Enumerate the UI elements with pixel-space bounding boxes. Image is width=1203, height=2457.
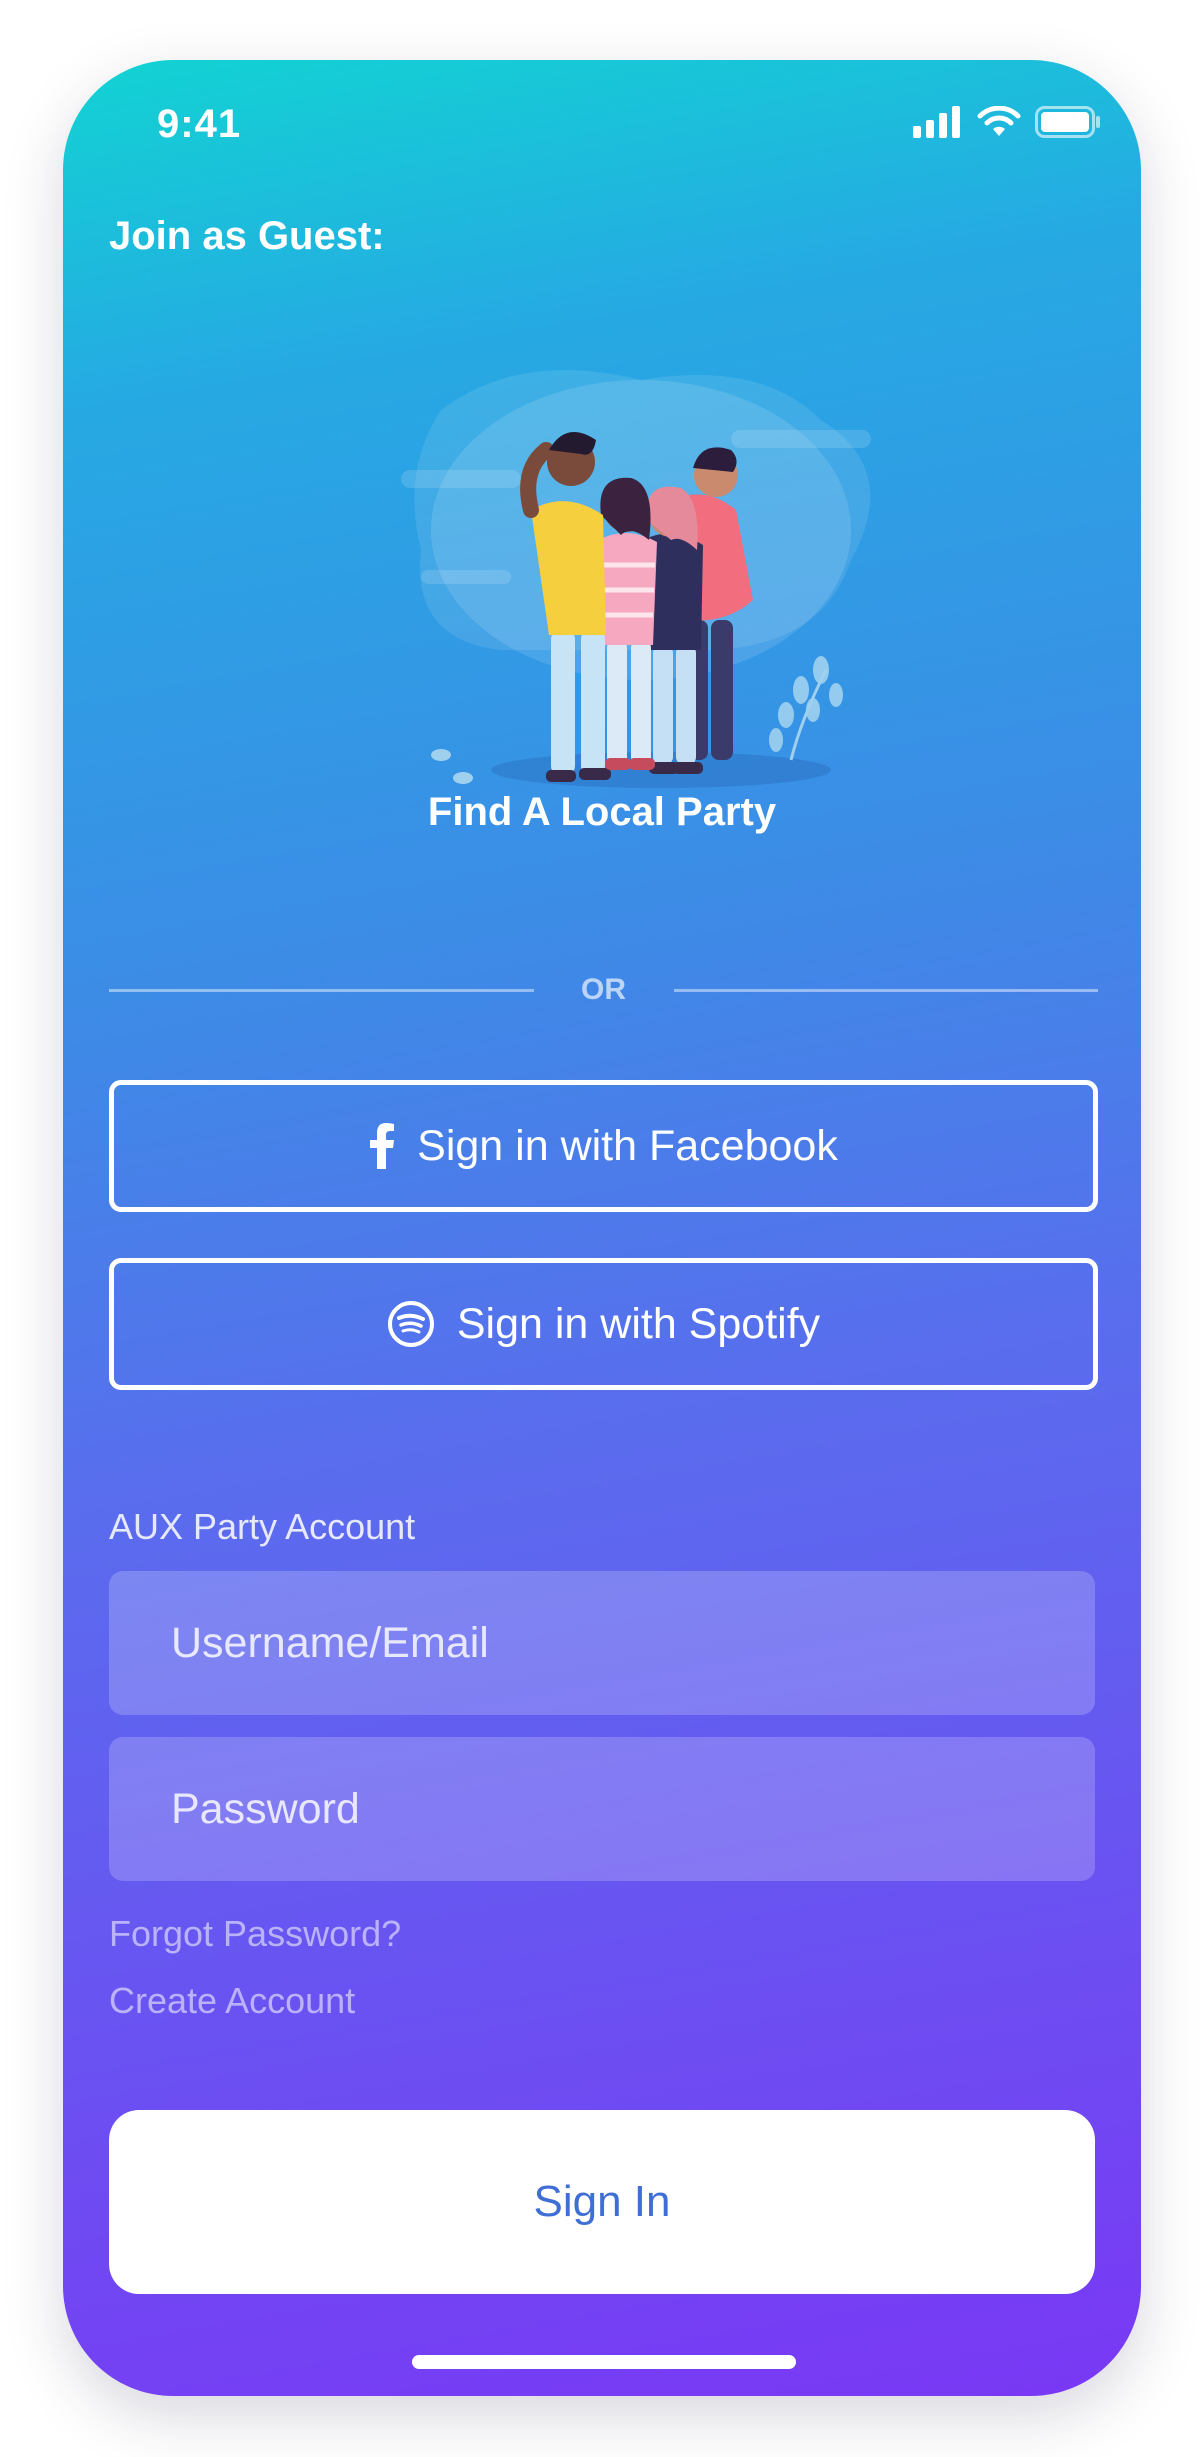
- forgot-password-link[interactable]: Forgot Password?: [109, 1913, 401, 1955]
- group-of-friends-illustration: [401, 370, 871, 788]
- guest-title: Join as Guest:: [109, 214, 385, 258]
- battery-icon: [1035, 106, 1100, 138]
- divider-line-right: [673, 988, 1098, 992]
- spotify-icon: [387, 1301, 434, 1347]
- facebook-icon: [370, 1123, 395, 1169]
- sign-in-button[interactable]: Sign In: [109, 2110, 1095, 2294]
- account-section-label: AUX Party Account: [109, 1506, 416, 1547]
- spotify-signin-label: Sign in with Spotify: [456, 1299, 821, 1348]
- wifi-icon: [977, 106, 1021, 136]
- password-input[interactable]: [169, 1783, 1095, 1835]
- sign-in-label: Sign In: [533, 2177, 671, 2226]
- phone-screen: 9:41 Join as Guest: Find A Local Party O…: [63, 60, 1141, 2396]
- status-time: 9:41: [157, 102, 242, 146]
- facebook-signin-button[interactable]: Sign in with Facebook: [109, 1080, 1098, 1212]
- or-label: OR: [581, 973, 626, 1006]
- username-input[interactable]: [169, 1617, 1095, 1669]
- password-field[interactable]: [109, 1737, 1095, 1881]
- home-indicator[interactable]: [412, 2355, 796, 2369]
- create-account-link[interactable]: Create Account: [109, 1980, 355, 2022]
- cellular-signal-icon: [913, 106, 960, 138]
- status-icons: [913, 106, 1101, 138]
- find-local-party-button[interactable]: Find A Local Party: [63, 790, 1141, 835]
- facebook-signin-label: Sign in with Facebook: [417, 1121, 838, 1170]
- divider-line-left: [109, 988, 534, 992]
- spotify-signin-button[interactable]: Sign in with Spotify: [109, 1258, 1098, 1390]
- or-divider: OR: [109, 960, 1098, 1020]
- username-field[interactable]: [109, 1571, 1095, 1715]
